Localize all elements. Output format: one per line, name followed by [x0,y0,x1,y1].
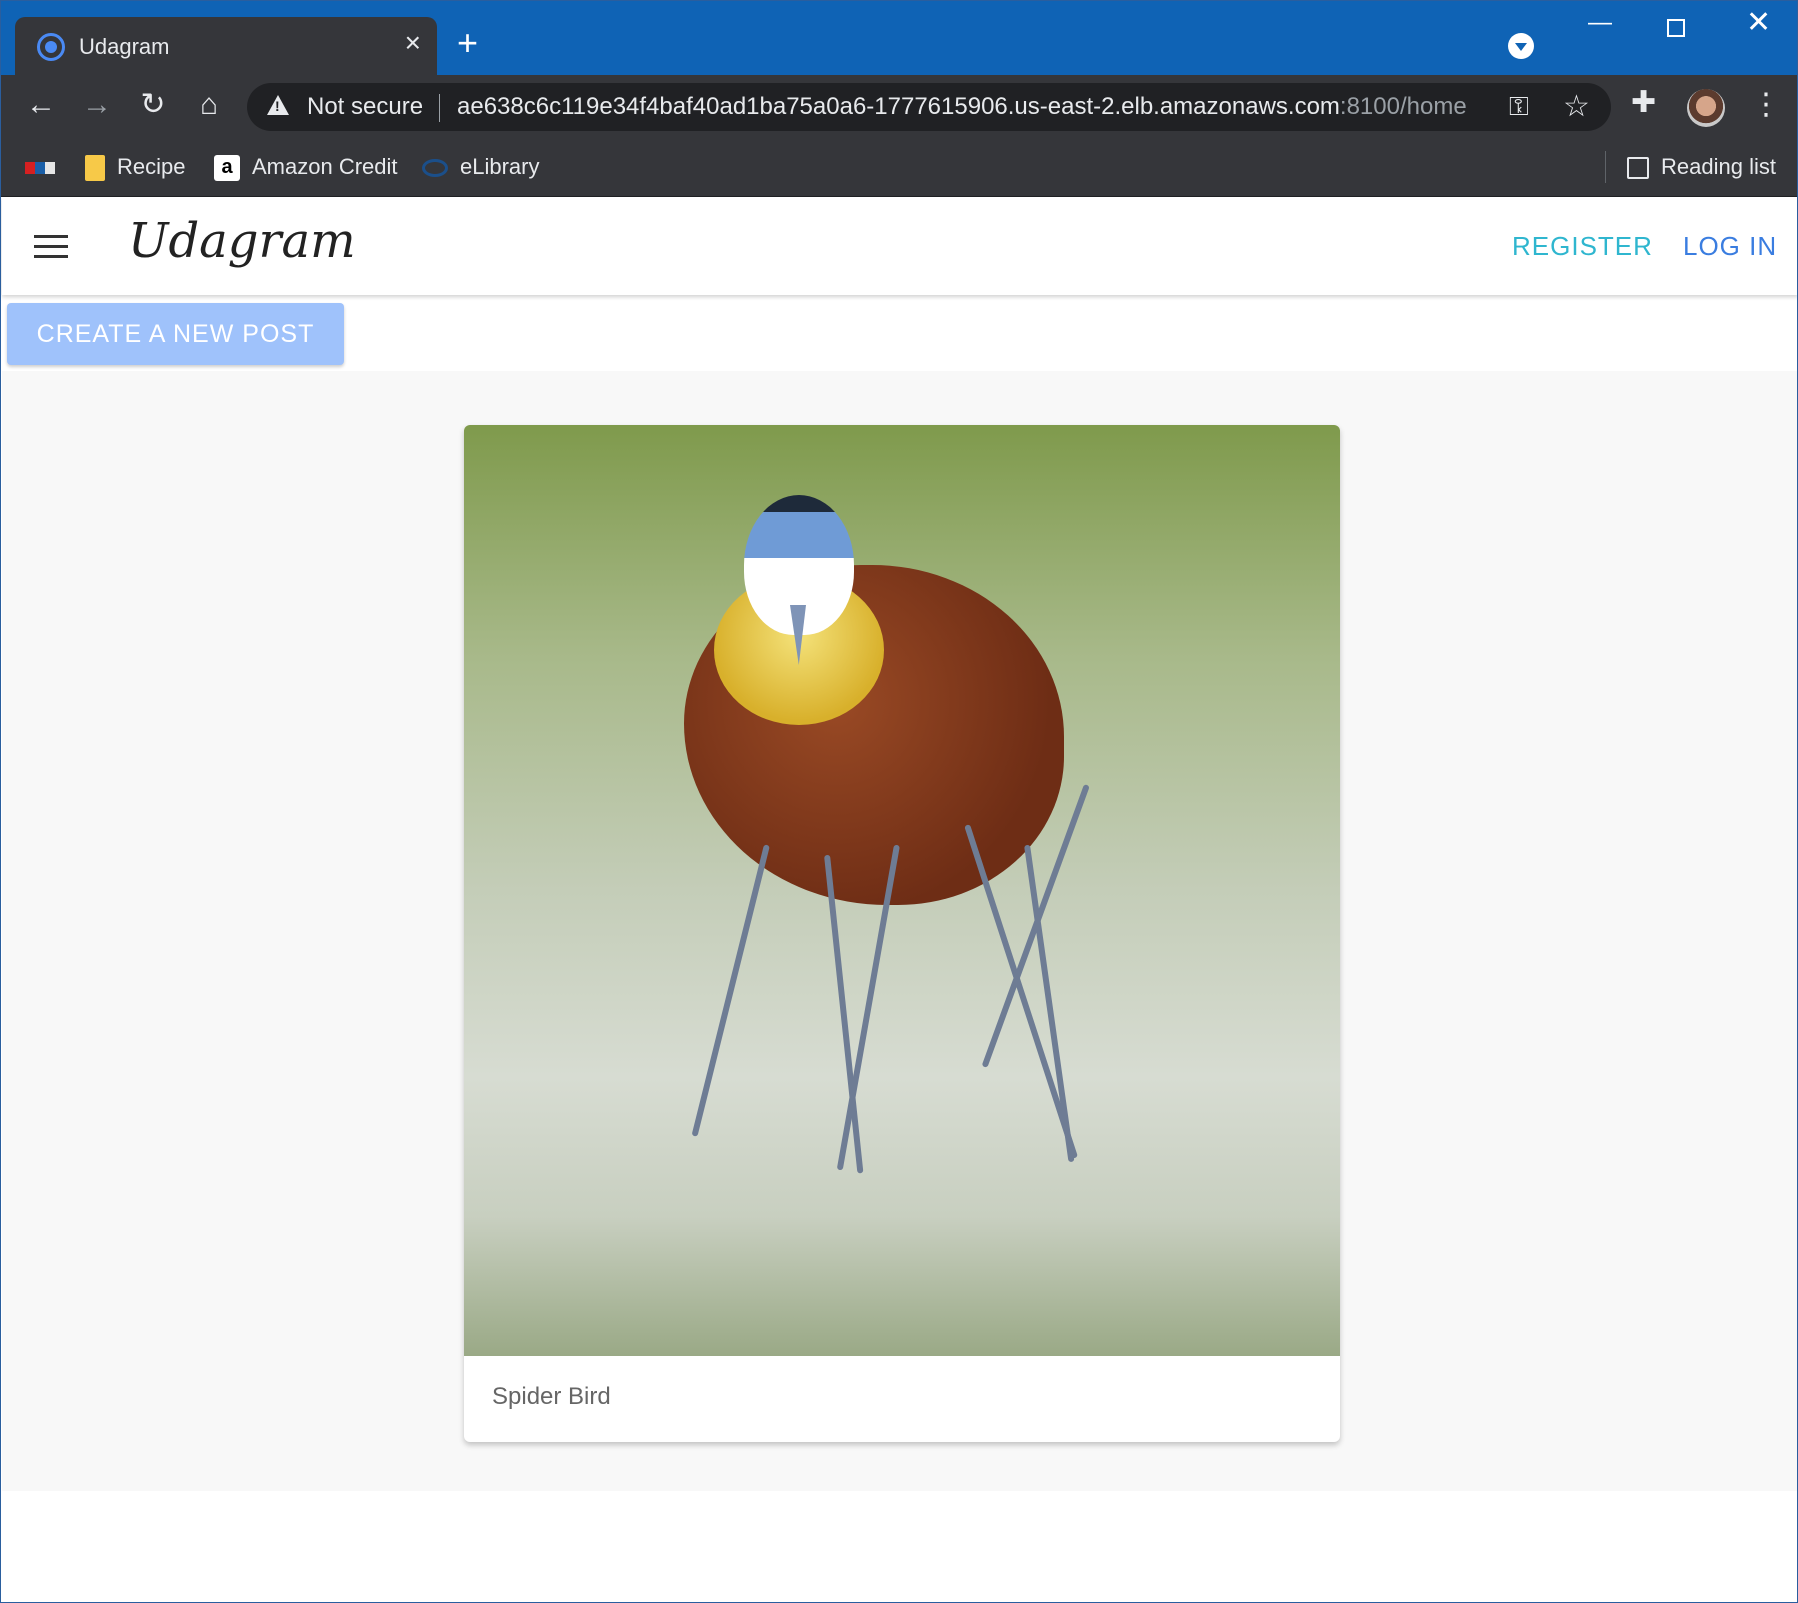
bookmark-label: Amazon Credit [252,154,398,179]
new-tab-button[interactable]: + [457,25,478,61]
register-button[interactable]: REGISTER [1512,231,1653,262]
bookmark-amazon-credit[interactable]: a Amazon Credit [214,151,398,183]
warning-icon[interactable] [267,95,289,115]
address-bar[interactable]: Not secure ae638c6c119e34f4baf40ad1ba75a… [247,83,1611,131]
browser-toolbar: ← → ↻ ⌂ Not secure ae638c6c119e34f4baf40… [1,75,1797,139]
app-logo: Udagram [128,213,356,269]
page-content: Udagram REGISTER LOG IN CREATE A NEW POS… [2,197,1797,1602]
npr-icon [25,162,55,175]
tab-strip: Udagram × + — ✕ [1,1,1797,77]
amazon-icon: a [214,155,240,182]
feed-item: Spider Bird [464,425,1340,1442]
forward-arrow-icon[interactable]: → [77,85,117,125]
bookmark-label: eLibrary [460,154,540,179]
tab-close-icon[interactable]: × [405,29,421,57]
browser-window: Udagram × + — ✕ ← → ↻ ⌂ Not secure ae638… [0,0,1798,1603]
login-button[interactable]: LOG IN [1683,231,1777,262]
reading-list-label: Reading list [1661,154,1776,179]
key-icon[interactable]: ⚿ [1509,91,1529,123]
back-arrow-icon[interactable]: ← [21,85,61,125]
menu-dots-icon[interactable]: ⋮ [1751,85,1781,125]
maximize-button[interactable] [1667,19,1685,37]
url-path: :8100/home [1339,93,1467,120]
profile-avatar[interactable] [1687,89,1725,127]
folder-icon [85,155,105,182]
hamburger-menu-icon[interactable] [34,235,68,259]
puzzle-icon[interactable]: ✚ [1631,85,1656,120]
minimize-button[interactable]: — [1588,11,1612,35]
bookmarks-bar: Recipe a Amazon Credit eLibrary Reading l… [1,139,1797,197]
close-window-button[interactable]: ✕ [1746,8,1771,38]
post-image [464,425,1340,1356]
bookmark-npr[interactable] [25,151,67,183]
reading-list-button[interactable]: Reading list [1627,151,1776,183]
app-header: Udagram REGISTER LOG IN [2,197,1797,295]
tab-udagram[interactable]: Udagram × [15,17,437,77]
reading-list-icon [1627,157,1649,180]
star-icon[interactable]: ☆ [1563,89,1590,124]
bookmark-recipe[interactable]: Recipe [85,151,185,183]
tab-search-icon[interactable] [1508,33,1534,59]
security-label[interactable]: Not secure [307,93,423,121]
ionic-favicon-icon [37,33,65,61]
bookmark-elibrary[interactable]: eLibrary [422,151,539,183]
bird-leg-shape [691,844,770,1137]
reload-icon[interactable]: ↻ [133,85,173,125]
elibrary-icon [422,159,448,178]
create-post-button[interactable]: CREATE A NEW POST [7,303,344,365]
omnibox-divider [439,94,440,122]
post-caption: Spider Bird [492,1383,611,1410]
bookmarks-divider [1605,151,1606,183]
url-host: ae638c6c119e34f4baf40ad1ba75a0a6-1777615… [457,93,1340,120]
home-icon[interactable]: ⌂ [189,85,229,125]
feed: Spider Bird [2,371,1797,1491]
bookmark-label: Recipe [117,154,186,179]
tab-title: Udagram [79,34,170,59]
url-text[interactable]: ae638c6c119e34f4baf40ad1ba75a0a6-1777615… [457,93,1467,121]
create-post-bar: CREATE A NEW POST [2,295,1797,371]
